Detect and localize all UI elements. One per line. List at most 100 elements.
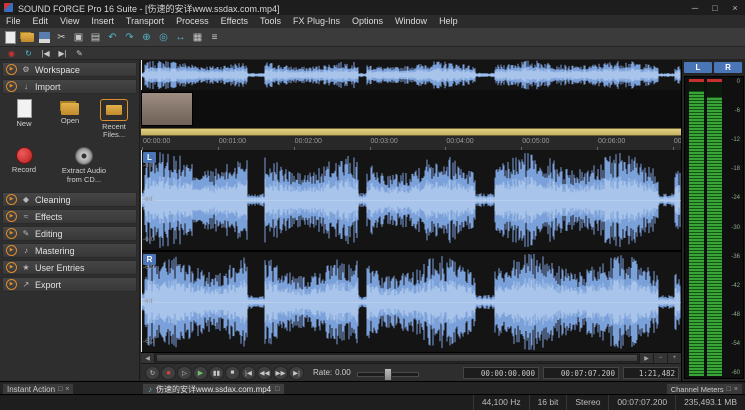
close-button[interactable]: ×	[725, 0, 745, 15]
app-window: SOUND FORGE Pro 16 Suite - [伤速的安详www.ssd…	[0, 0, 745, 410]
menu-item[interactable]: File	[0, 15, 27, 28]
new-document-icon	[17, 99, 32, 118]
zoom-out-icon[interactable]: −	[653, 353, 667, 363]
expand-arrow-icon[interactable]	[6, 245, 17, 256]
mixer-icon[interactable]: ≡	[206, 30, 223, 45]
menu-item[interactable]: Process	[170, 15, 215, 28]
expand-arrow-icon[interactable]	[6, 262, 17, 273]
menu-item[interactable]: Transport	[120, 15, 170, 28]
next-marker-icon[interactable]: ▶|	[54, 48, 71, 59]
expand-arrow-icon[interactable]	[6, 64, 17, 75]
loop-region-bar[interactable]	[141, 128, 681, 136]
menu-item[interactable]: Window	[389, 15, 433, 28]
close-icon[interactable]: ×	[734, 386, 738, 393]
edit-tool-icon[interactable]: ✎	[71, 48, 88, 59]
import-recent-files-button[interactable]: Recent Files...	[92, 96, 136, 140]
record-toolbar-icon[interactable]: ◉	[3, 48, 20, 59]
float-window-icon[interactable]: □	[275, 386, 279, 393]
copy-icon[interactable]: ▣	[70, 30, 87, 45]
expand-arrow-icon[interactable]	[6, 81, 17, 92]
horizontal-scrollbar[interactable]: ◀ ▶ − +	[141, 352, 681, 363]
expand-arrow-icon[interactable]	[6, 211, 17, 222]
waveform-overview[interactable]	[141, 60, 681, 91]
scrollbar-thumb[interactable]	[156, 354, 638, 362]
meter-scale-label: -42	[731, 283, 740, 289]
left-channel-waveform[interactable]: L -6.0 -Inf. -6.0	[141, 150, 681, 250]
selection-end-readout[interactable]: 00:07:07.200	[543, 367, 619, 379]
prev-marker-icon[interactable]: |◀	[37, 48, 54, 59]
loop-icon[interactable]: ↻	[20, 48, 37, 59]
zoom-tool-icon[interactable]: ⊕	[138, 30, 155, 45]
record-button[interactable]: ●	[161, 366, 176, 380]
import-record-button[interactable]: Record	[2, 142, 46, 186]
section-icon: ↓	[21, 82, 31, 91]
meter-right-label[interactable]: R	[714, 62, 742, 73]
magnify-icon[interactable]: ◎	[155, 30, 172, 45]
ruler-tick-label: 00:06:00	[598, 138, 625, 145]
menu-item[interactable]: Help	[433, 15, 464, 28]
go-to-start-button[interactable]: |◀	[241, 366, 256, 380]
meter-left-label[interactable]: L	[684, 62, 712, 73]
menu-item[interactable]: Options	[346, 15, 389, 28]
save-icon[interactable]	[36, 30, 53, 45]
grid-icon[interactable]: ▦	[189, 30, 206, 45]
pan-icon[interactable]: ↔	[172, 30, 189, 45]
close-icon[interactable]: ×	[65, 386, 69, 393]
scroll-left-icon[interactable]: ◀	[141, 353, 155, 363]
sidebar-section-header[interactable]: ★ User Entries	[2, 260, 137, 275]
play-button[interactable]: ▶	[193, 366, 208, 380]
stop-button[interactable]: ■	[225, 366, 240, 380]
sidebar-section-header[interactable]: ⚙ Workspace	[2, 62, 137, 77]
minimize-button[interactable]: ─	[685, 0, 705, 15]
sidebar-section-header[interactable]: ≈ Effects	[2, 209, 137, 224]
rate-slider[interactable]	[357, 366, 417, 380]
sidebar-section-header[interactable]: ◆ Cleaning	[2, 192, 137, 207]
rate-slider-thumb[interactable]	[384, 368, 392, 381]
maximize-button[interactable]: □	[705, 0, 725, 15]
edit-cursor[interactable]	[141, 150, 142, 352]
menu-item[interactable]: View	[54, 15, 85, 28]
float-window-icon[interactable]: □	[58, 386, 62, 393]
sidebar-section-header[interactable]: ↓ Import	[2, 79, 137, 94]
right-channel-waveform[interactable]: R -6.0 -Inf. -6.0	[141, 252, 681, 352]
sidebar-section-header[interactable]: ↗ Export	[2, 277, 137, 292]
cut-icon[interactable]: ✂	[53, 30, 70, 45]
sidebar-section-header[interactable]: ♪ Mastering	[2, 243, 137, 258]
undo-icon[interactable]: ↶	[104, 30, 121, 45]
float-window-icon[interactable]: □	[727, 386, 731, 393]
new-file-icon[interactable]	[2, 30, 19, 45]
scroll-right-icon[interactable]: ▶	[639, 353, 653, 363]
meter-scale-label: -18	[731, 166, 740, 172]
pause-button[interactable]: ▮▮	[209, 366, 224, 380]
import-open-button[interactable]: Open	[48, 96, 92, 140]
menu-item[interactable]: Tools	[254, 15, 287, 28]
menu-item[interactable]: Effects	[215, 15, 254, 28]
status-item: Stereo	[566, 395, 608, 410]
rewind-button[interactable]: ◀◀	[257, 366, 272, 380]
go-to-end-button[interactable]: ▶|	[289, 366, 304, 380]
menu-item[interactable]: FX Plug-Ins	[287, 15, 346, 28]
play-all-button[interactable]: ▷	[177, 366, 192, 380]
time-ruler[interactable]: 00:00:0000:01:0000:02:0000:03:0000:04:00…	[141, 136, 681, 151]
cursor-position-readout[interactable]: 00:00:00.000	[463, 367, 539, 379]
sidebar-section-header[interactable]: ✎ Editing	[2, 226, 137, 241]
forward-button[interactable]: ▶▶	[273, 366, 288, 380]
redo-icon[interactable]: ↷	[121, 30, 138, 45]
selection-length-readout[interactable]: 1:21,482	[623, 367, 679, 379]
audio-file-icon: ♪	[148, 385, 152, 394]
right-clip-indicator[interactable]	[707, 79, 722, 82]
expand-arrow-icon[interactable]	[6, 279, 17, 290]
left-clip-indicator[interactable]	[689, 79, 704, 82]
overview-playhead[interactable]	[141, 60, 142, 90]
loop-playback-button[interactable]: ↻	[145, 366, 160, 380]
open-folder-icon[interactable]	[19, 30, 36, 45]
expand-arrow-icon[interactable]	[6, 228, 17, 239]
video-frame-thumbnail[interactable]	[141, 92, 193, 126]
paste-icon[interactable]: ▤	[87, 30, 104, 45]
waveform-channels[interactable]: L -6.0 -Inf. -6.0 R -6.0 -Inf. -6.0	[141, 150, 681, 352]
menu-item[interactable]: Insert	[85, 15, 120, 28]
menu-item[interactable]: Edit	[27, 15, 55, 28]
zoom-in-icon[interactable]: +	[667, 353, 681, 363]
import-extract-cd-button[interactable]: Extract Audio from CD...	[52, 142, 116, 186]
expand-arrow-icon[interactable]	[6, 194, 17, 205]
